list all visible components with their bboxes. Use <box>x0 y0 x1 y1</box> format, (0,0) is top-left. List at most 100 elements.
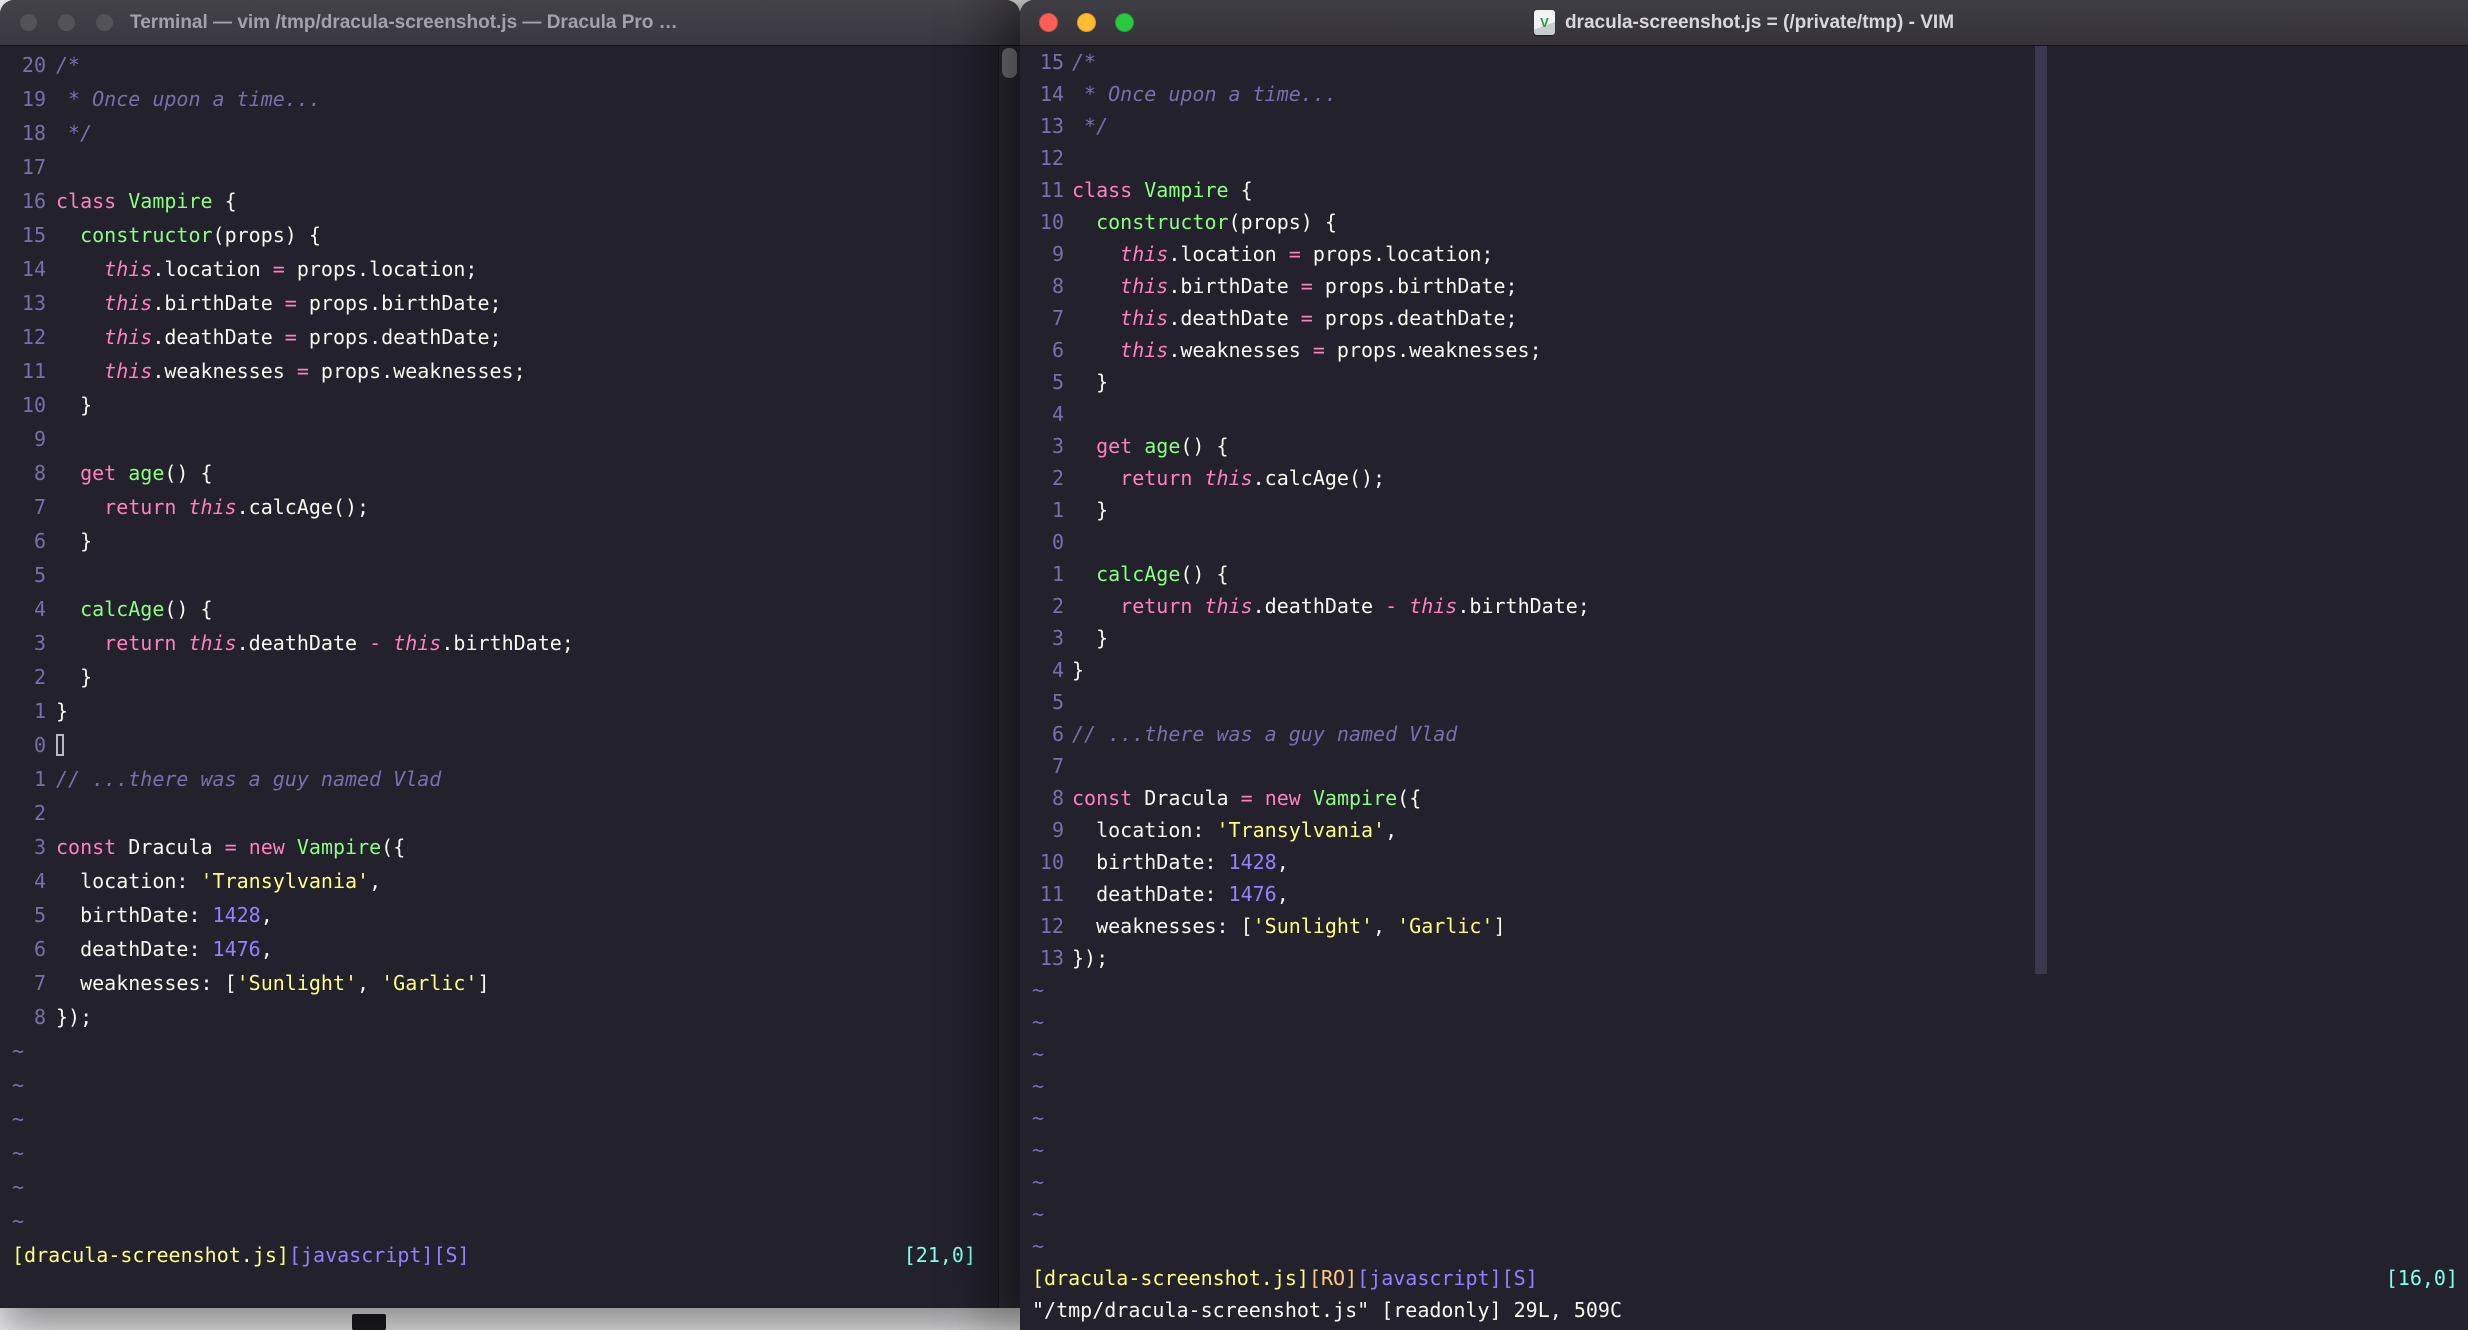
status-filename: [dracula-screenshot.js] <box>12 1243 289 1267</box>
line-number: 15 <box>1039 50 1064 74</box>
minimize-button[interactable] <box>1077 13 1096 32</box>
line-number: 3 <box>33 631 46 655</box>
code-line[interactable]: 1 calcAge() { <box>1020 558 2468 590</box>
code-line[interactable]: 9 this.location = props.location; <box>1020 238 2468 270</box>
code-line[interactable]: 0 <box>0 728 1020 762</box>
code-line[interactable]: 9 location: 'Transylvania', <box>1020 814 2468 846</box>
scrollbar-thumb[interactable] <box>1002 48 1017 78</box>
scrollbar[interactable] <box>998 46 1020 1308</box>
editor-area[interactable]: 15/* 14 * Once upon a time... 13 */12 11 cla… <box>1020 46 2468 1330</box>
zoom-button[interactable] <box>1115 13 1134 32</box>
line-number: 5 <box>1051 690 1064 714</box>
code-line[interactable]: 16 class Vampire { <box>0 184 1020 218</box>
code-line[interactable]: 5 } <box>1020 366 2468 398</box>
code-line[interactable]: 19 * Once upon a time... <box>0 82 1020 116</box>
code-line[interactable]: 6 deathDate: 1476, <box>0 932 1020 966</box>
code-line[interactable]: 7 this.deathDate = props.deathDate; <box>1020 302 2468 334</box>
code-line[interactable]: 4} <box>1020 654 2468 686</box>
line-number: 11 <box>21 359 46 383</box>
line-number: 5 <box>33 903 46 927</box>
code-line[interactable]: 10 } <box>0 388 1020 422</box>
line-number: 3 <box>1051 626 1064 650</box>
minimize-button[interactable] <box>57 13 76 32</box>
code-line[interactable]: 14 * Once upon a time... <box>1020 78 2468 110</box>
line-number: 7 <box>33 971 46 995</box>
code-line[interactable]: 6 this.weaknesses = props.weaknesses; <box>1020 334 2468 366</box>
code-line[interactable]: 14 this.location = props.location; <box>0 252 1020 286</box>
line-number: 15 <box>21 223 46 247</box>
code-line[interactable]: 2 return this.calcAge(); <box>1020 462 2468 494</box>
code-line[interactable]: 2 } <box>0 660 1020 694</box>
code-line[interactable]: 11 deathDate: 1476, <box>1020 878 2468 910</box>
code-line[interactable]: 2 return this.deathDate - this.birthDate… <box>1020 590 2468 622</box>
line-number: 6 <box>33 529 46 553</box>
line-number: 4 <box>1051 402 1064 426</box>
line-number: 0 <box>1051 530 1064 554</box>
line-number: 8 <box>1051 274 1064 298</box>
code-line[interactable]: 7 <box>1020 750 2468 782</box>
code-line[interactable]: 7 weaknesses: ['Sunlight', 'Garlic'] <box>0 966 1020 1000</box>
line-number: 12 <box>1039 914 1064 938</box>
code-line[interactable]: 6 } <box>0 524 1020 558</box>
tilde-line: ~ <box>1032 1042 1045 1066</box>
code-line[interactable]: 13 this.birthDate = props.birthDate; <box>0 286 1020 320</box>
code-line[interactable]: 1// ...there was a guy named Vlad <box>0 762 1020 796</box>
terminal-titlebar[interactable]: Terminal — vim /tmp/dracula-screenshot.j… <box>0 0 1020 46</box>
macvim-titlebar[interactable]: V dracula-screenshot.js = (/private/tmp)… <box>1020 0 2468 46</box>
code-line[interactable]: 7 return this.calcAge(); <box>0 490 1020 524</box>
line-number: 7 <box>33 495 46 519</box>
code-line[interactable]: 20/* <box>0 48 1020 82</box>
code-line[interactable]: 10 constructor(props) { <box>1020 206 2468 238</box>
code-line[interactable]: 12 this.deathDate = props.deathDate; <box>0 320 1020 354</box>
code-line[interactable]: 13}); <box>1020 942 2468 974</box>
code-line[interactable]: 8 this.birthDate = props.birthDate; <box>1020 270 2468 302</box>
code-line[interactable]: 8}); <box>0 1000 1020 1034</box>
line-number: 5 <box>1051 370 1064 394</box>
command-line: "/tmp/dracula-screenshot.js" [readonly] … <box>1032 1298 1623 1322</box>
code-line[interactable]: 18 */ <box>0 116 1020 150</box>
window-title: dracula-screenshot.js = (/private/tmp) -… <box>1564 11 1955 33</box>
line-number: 16 <box>21 189 46 213</box>
code-line[interactable]: 1 } <box>1020 494 2468 526</box>
code-line[interactable]: 11 this.weaknesses = props.weaknesses; <box>0 354 1020 388</box>
code-line[interactable]: 2 <box>0 796 1020 830</box>
code-line[interactable]: 6// ...there was a guy named Vlad <box>1020 718 2468 750</box>
line-number: 9 <box>33 427 46 451</box>
code-line[interactable]: 17 <box>0 150 1020 184</box>
code-line[interactable]: 10 birthDate: 1428, <box>1020 846 2468 878</box>
code-line[interactable]: 1} <box>0 694 1020 728</box>
tilde-line: ~ <box>12 1141 25 1165</box>
line-number: 11 <box>1039 178 1064 202</box>
vim-cursor <box>56 733 64 756</box>
close-button[interactable] <box>1039 13 1058 32</box>
tilde-line: ~ <box>12 1209 25 1233</box>
code-line[interactable]: 3 return this.deathDate - this.birthDate… <box>0 626 1020 660</box>
code-line[interactable]: 12 weaknesses: ['Sunlight', 'Garlic'] <box>1020 910 2468 942</box>
code-line[interactable]: 15 constructor(props) { <box>0 218 1020 252</box>
code-line[interactable]: 5 <box>0 558 1020 592</box>
code-line[interactable]: 5 <box>1020 686 2468 718</box>
line-number: 3 <box>1051 434 1064 458</box>
vim-statusline: [dracula-screenshot.js][RO][javascript][… <box>1020 1262 2468 1294</box>
code-line[interactable]: 15/* <box>1020 46 2468 78</box>
code-line[interactable]: 4 <box>1020 398 2468 430</box>
code-line[interactable]: 3 } <box>1020 622 2468 654</box>
code-line[interactable]: 9 <box>0 422 1020 456</box>
editor-area[interactable]: 20/* 19 * Once upon a time... 18 */17 16 cla… <box>0 46 1020 1308</box>
code-line[interactable]: 0 <box>1020 526 2468 558</box>
line-number: 4 <box>33 597 46 621</box>
code-line[interactable]: 13 */ <box>1020 110 2468 142</box>
tilde-line: ~ <box>1032 1010 1045 1034</box>
line-number: 18 <box>21 121 46 145</box>
close-button[interactable] <box>19 13 38 32</box>
code-line[interactable]: 8 const Dracula = new Vampire({ <box>1020 782 2468 814</box>
code-line[interactable]: 12 <box>1020 142 2468 174</box>
code-line[interactable]: 3 get age() { <box>1020 430 2468 462</box>
code-line[interactable]: 3 const Dracula = new Vampire({ <box>0 830 1020 864</box>
code-line[interactable]: 4 calcAge() { <box>0 592 1020 626</box>
code-line[interactable]: 4 location: 'Transylvania', <box>0 864 1020 898</box>
code-line[interactable]: 5 birthDate: 1428, <box>0 898 1020 932</box>
zoom-button[interactable] <box>95 13 114 32</box>
code-line[interactable]: 8 get age() { <box>0 456 1020 490</box>
code-line[interactable]: 11 class Vampire { <box>1020 174 2468 206</box>
